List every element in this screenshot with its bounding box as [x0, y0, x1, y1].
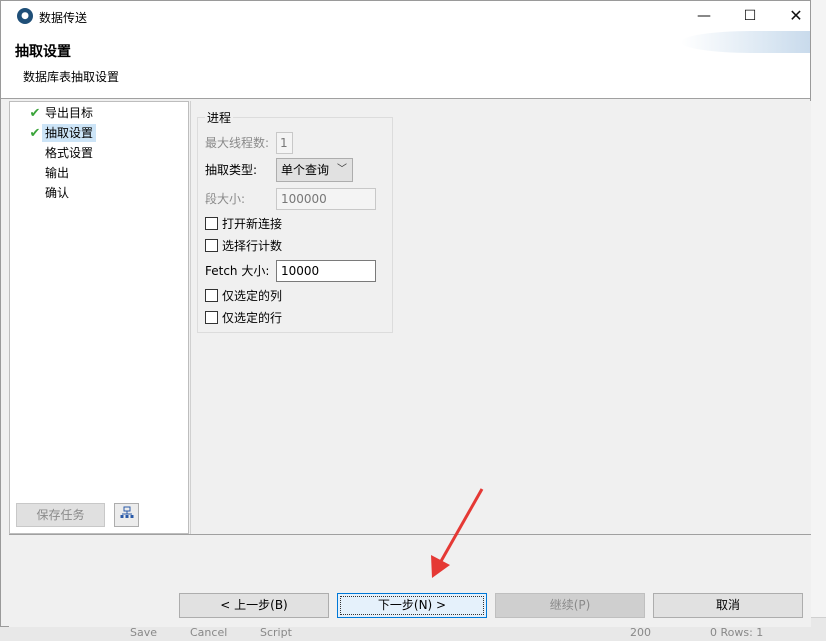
- bg-cancel-label: Cancel: [190, 626, 228, 639]
- fetch-size-label: Fetch 大小:: [205, 264, 270, 278]
- bg-zoom-label: 200: [630, 626, 651, 639]
- max-threads-field[interactable]: 1: [276, 132, 293, 154]
- step-output[interactable]: 输出: [42, 164, 72, 182]
- extract-settings-content: 进程 最大线程数: 1 抽取类型: 单个查询 ﹀ 段大小: 100000 打开新…: [190, 101, 811, 534]
- checkbox-label: 打开新连接: [222, 217, 283, 231]
- group-title: 进程: [205, 109, 234, 126]
- minimize-button[interactable]: —: [681, 1, 727, 31]
- step-label: 输出: [45, 166, 70, 180]
- data-transfer-dialog: ● 数据传送 — ☐ ✕ 抽取设置 数据库表抽取设置 ✔ 导出目标 ✔ 抽取设置 格…: [0, 0, 811, 627]
- focus-rect: [340, 596, 484, 615]
- continue-button[interactable]: 继续(P): [495, 593, 645, 618]
- title-bar[interactable]: ● 数据传送 — ☐ ✕: [1, 1, 810, 31]
- wizard-button-bar: < 上一步(B) 下一步(N) > 继续(P) 取消: [9, 534, 811, 627]
- bg-save-label: Save: [130, 626, 158, 639]
- select-row-count-checkbox[interactable]: 选择行计数: [205, 237, 282, 255]
- step-extract-settings[interactable]: ✔ 抽取设置: [28, 124, 97, 142]
- page-subtitle: 数据库表抽取设置: [23, 70, 120, 84]
- checkbox-label: 选择行计数: [222, 239, 283, 253]
- maximize-button[interactable]: ☐: [727, 1, 773, 31]
- checkbox-box[interactable]: [205, 239, 218, 252]
- chevron-down-icon: ﹀: [337, 164, 347, 175]
- background-app-right-edge: [811, 0, 826, 641]
- header-decoration: [681, 31, 810, 53]
- window-title: 数据传送: [39, 11, 88, 25]
- checkbox-label: 仅选定的列: [222, 289, 283, 303]
- bg-rows-label: 0 Rows: 1: [710, 626, 764, 639]
- selected-columns-only-checkbox[interactable]: 仅选定的列: [205, 287, 282, 305]
- step-format-settings[interactable]: 格式设置: [42, 144, 96, 162]
- page-header: 抽取设置 数据库表抽取设置: [1, 31, 810, 99]
- progress-groupbox: 进程 最大线程数: 1 抽取类型: 单个查询 ﹀ 段大小: 100000 打开新…: [197, 109, 393, 333]
- max-threads-label: 最大线程数:: [205, 136, 270, 150]
- page-title: 抽取设置: [15, 44, 71, 60]
- selected-rows-only-checkbox[interactable]: 仅选定的行: [205, 309, 282, 327]
- next-button[interactable]: 下一步(N) >: [337, 593, 487, 618]
- open-new-connection-checkbox[interactable]: 打开新连接: [205, 215, 282, 233]
- checkmark-icon: ✔: [29, 106, 41, 121]
- cancel-button[interactable]: 取消: [653, 593, 803, 618]
- step-export-target[interactable]: ✔ 导出目标: [28, 104, 96, 122]
- fetch-size-field[interactable]: 10000: [276, 260, 376, 282]
- extract-type-value: 单个查询: [281, 163, 330, 177]
- org-chart-icon[interactable]: [114, 503, 139, 527]
- step-label: 抽取设置: [42, 124, 97, 142]
- step-label: 格式设置: [45, 146, 94, 160]
- step-label: 确认: [45, 186, 70, 200]
- wizard-steps-panel: ✔ 导出目标 ✔ 抽取设置 格式设置 输出 确认 保存任务: [9, 101, 189, 534]
- bg-script-label: Script: [260, 626, 292, 639]
- checkbox-label: 仅选定的行: [222, 311, 283, 325]
- prev-button[interactable]: < 上一步(B): [179, 593, 329, 618]
- segment-size-label: 段大小:: [205, 192, 246, 206]
- checkbox-box[interactable]: [205, 311, 218, 324]
- app-icon: ●: [17, 8, 33, 24]
- checkbox-box[interactable]: [205, 217, 218, 230]
- close-button[interactable]: ✕: [773, 1, 819, 31]
- save-task-button[interactable]: 保存任务: [16, 503, 105, 527]
- step-confirm[interactable]: 确认: [42, 184, 72, 202]
- step-label: 导出目标: [45, 106, 94, 120]
- extract-type-label: 抽取类型:: [205, 163, 258, 177]
- extract-type-select[interactable]: 单个查询 ﹀: [276, 158, 353, 182]
- segment-size-field[interactable]: 100000: [276, 188, 376, 210]
- checkmark-icon: ✔: [29, 126, 41, 141]
- checkbox-box[interactable]: [205, 289, 218, 302]
